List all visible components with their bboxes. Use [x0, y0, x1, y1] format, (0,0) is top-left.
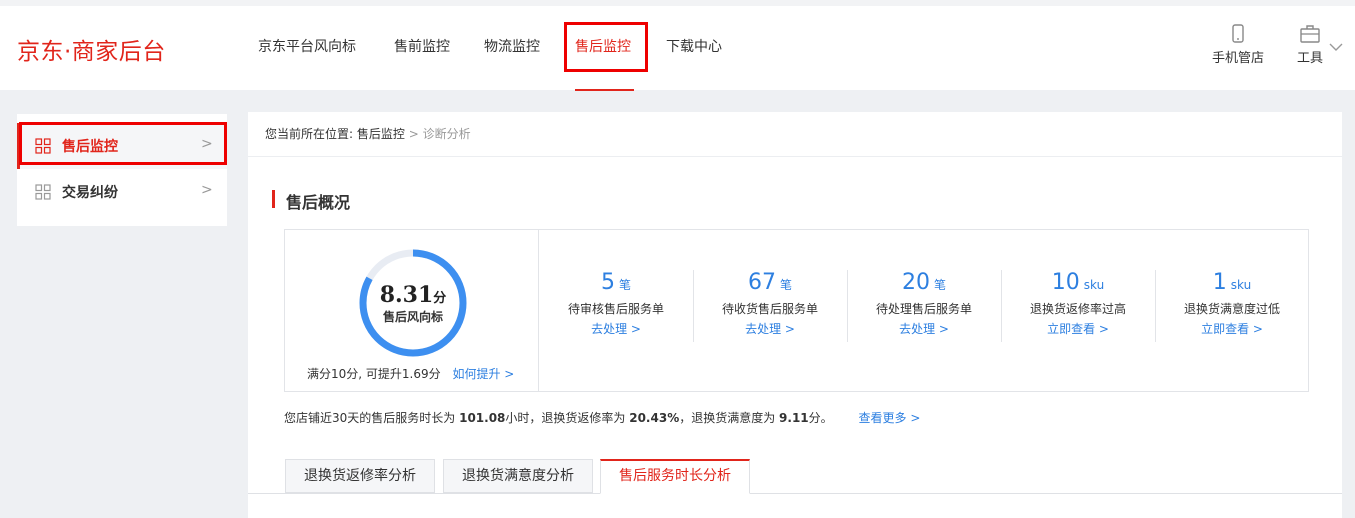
mobile-store-label: 手机管店: [1212, 51, 1265, 66]
nav-active-underline: [575, 89, 634, 91]
divider: [248, 156, 1342, 157]
nav-item-platform-index[interactable]: 京东平台风向标: [258, 36, 356, 56]
section-title: 售后概况: [286, 193, 351, 212]
stat-action-link[interactable]: 立即查看 >: [1001, 320, 1155, 337]
stat-desc: 退换货满意度过低: [1183, 302, 1280, 316]
nav-item-presale[interactable]: 售前监控: [394, 36, 450, 56]
stat-unit: sku: [1083, 278, 1105, 292]
stat-value: 67: [747, 270, 776, 295]
how-to-improve-link[interactable]: 如何提升 >: [452, 367, 514, 381]
score-value: 8.31分: [379, 282, 447, 308]
repair-rate-value: 20.43%: [629, 411, 680, 425]
stat-action-link[interactable]: 立即查看 >: [1155, 320, 1309, 337]
score-label: 售后风向标: [382, 310, 443, 324]
stat-value: 10: [1051, 270, 1080, 295]
view-more-link[interactable]: 查看更多 >: [859, 411, 921, 425]
tab-repair-rate[interactable]: 退换货返修率分析: [285, 459, 435, 493]
stat-unit: sku: [1230, 278, 1252, 292]
stat-unit: 笔: [779, 278, 792, 292]
main-panel: 您当前所在位置: 售后监控 > 诊断分析 售后概况 8.31分 售后风向标 满分…: [248, 112, 1342, 518]
chevron-down-icon[interactable]: [1328, 42, 1344, 52]
sidebar-item-disputes[interactable]: 交易纠纷 >: [17, 169, 227, 215]
stat-unit: 笔: [933, 278, 946, 292]
score-note-text: 满分10分, 可提升1.69分: [307, 367, 441, 381]
stat-desc: 退换货返修率过高: [1029, 302, 1126, 316]
stat-pending-receipt: 67 笔 待收货售后服务单 去处理 >: [693, 270, 847, 342]
nav-highlight-box: [564, 22, 648, 72]
overview-card: 8.31分 售后风向标 满分10分, 可提升1.69分 如何提升 > 5笔 待审…: [284, 229, 1309, 392]
stat-low-satisfaction: 1 sku 退换货满意度过低 立即查看 >: [1155, 270, 1309, 342]
stat-value: 20: [901, 270, 930, 295]
stat-action-link[interactable]: 去处理 >: [539, 320, 693, 337]
score-note: 满分10分, 可提升1.69分 如何提升 >: [307, 365, 514, 382]
nav-item-download[interactable]: 下载中心: [666, 36, 722, 56]
header: 京东·商家后台 京东平台风向标 售前监控 物流监控 售后监控 下载中心 手机管店…: [0, 6, 1355, 91]
stat-pending-process: 20 笔 待处理售后服务单 去处理 >: [847, 270, 1001, 342]
stat-desc: 待收货售后服务单: [721, 302, 818, 316]
breadcrumb-separator: >: [408, 127, 419, 141]
nav-item-logistics[interactable]: 物流监控: [484, 36, 540, 56]
tabs-baseline: [248, 493, 1342, 494]
tools-label: 工具: [1297, 51, 1324, 66]
grid-icon: [35, 184, 51, 200]
tools-button[interactable]: 工具: [1297, 24, 1323, 66]
breadcrumb-prefix: 您当前所在位置:: [265, 127, 354, 141]
stat-value: 5: [600, 270, 615, 295]
stat-action-link[interactable]: 去处理 >: [693, 320, 847, 337]
stat-desc: 待审核售后服务单: [567, 302, 664, 316]
tab-satisfaction[interactable]: 退换货满意度分析: [443, 459, 593, 493]
stat-unit: 笔: [618, 278, 631, 292]
mobile-icon: [1232, 24, 1244, 43]
stat-high-repair-rate: 10 sku 退换货返修率过高 立即查看 >: [1001, 270, 1155, 342]
toolbox-icon: [1300, 25, 1320, 43]
stat-value: 1: [1212, 270, 1227, 295]
breadcrumb-parent[interactable]: 售后监控: [357, 127, 405, 141]
stat-desc: 待处理售后服务单: [875, 302, 972, 316]
satisfaction-value: 9.11: [779, 411, 809, 425]
stat-action-link[interactable]: 去处理 >: [847, 320, 1001, 337]
score-panel: 8.31分 售后风向标 满分10分, 可提升1.69分 如何提升 >: [285, 230, 539, 391]
stat-pending-review: 5笔 待审核售后服务单 去处理 >: [539, 270, 693, 342]
summary-text: 您店铺近30天的售后服务时长为 101.08小时，退换货返修率为 20.43%，…: [284, 411, 921, 425]
service-duration-value: 101.08: [459, 411, 506, 425]
breadcrumb-current: 诊断分析: [422, 127, 471, 141]
mobile-store-button[interactable]: 手机管店: [1212, 24, 1264, 66]
tab-service-duration[interactable]: 售后服务时长分析: [600, 459, 750, 494]
logo[interactable]: 京东·商家后台: [17, 32, 166, 66]
sidebar-item-label: 交易纠纷: [62, 185, 118, 201]
sidebar-highlight-box: [19, 122, 227, 165]
breadcrumb: 您当前所在位置: 售后监控 > 诊断分析: [265, 125, 471, 142]
chevron-right-icon: >: [201, 182, 213, 198]
